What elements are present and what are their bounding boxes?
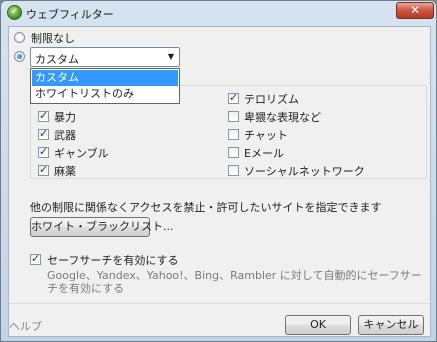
terrorism-checkbox[interactable] xyxy=(228,91,239,104)
close-icon: ✕ xyxy=(409,3,421,17)
filter-mode-dropdown: カスタム ホワイトリストのみ xyxy=(30,68,180,104)
cancel-button[interactable]: キャンセル xyxy=(358,315,424,335)
white-black-list-button[interactable]: ホワイト・ブラックリスト... xyxy=(30,217,174,237)
email-checkbox[interactable] xyxy=(228,147,239,158)
filter-mode-select[interactable]: カスタム ▼ xyxy=(30,47,180,67)
dropdown-option-custom[interactable]: カスタム xyxy=(32,70,178,86)
drugs-checkbox[interactable] xyxy=(38,163,49,176)
weapons-label[interactable]: 武器 xyxy=(54,127,76,143)
help-link[interactable]: ヘルプ xyxy=(9,318,42,334)
web-filter-window: ✓ ウェブフィルター ✕ 制限なし カスタム ▼ 暴力 武器 ギャンブル 麻薬 … xyxy=(0,0,437,342)
safesearch-label[interactable]: セーフサーチを有効にする xyxy=(47,252,178,268)
terrorism-label[interactable]: テロリズム xyxy=(244,91,299,107)
chevron-down-icon: ▼ xyxy=(167,52,174,61)
gambling-checkbox[interactable] xyxy=(38,145,49,158)
email-label[interactable]: Eメール xyxy=(244,145,284,161)
social-network-checkbox[interactable] xyxy=(228,165,239,176)
no-limit-radio[interactable] xyxy=(14,32,25,43)
dialog-body: 制限なし カスタム ▼ 暴力 武器 ギャンブル 麻薬 テロリズム 卑猥な表現など… xyxy=(8,26,431,337)
safesearch-description: Google、Yandex、Yahoo!、Bing、Rambler に対して自動… xyxy=(47,269,422,295)
no-limit-label[interactable]: 制限なし xyxy=(31,30,75,46)
footer-divider xyxy=(9,303,430,304)
window-title: ウェブフィルター xyxy=(26,8,114,21)
close-button[interactable]: ✕ xyxy=(396,2,434,19)
filter-mode-value: カスタム xyxy=(35,53,79,66)
obscene-checkbox[interactable] xyxy=(228,111,239,122)
whitelist-description: 他の制限に関係なくアクセスを禁止・許可したいサイトを指定できます xyxy=(30,201,382,214)
safesearch-checkbox[interactable] xyxy=(30,252,41,265)
weapons-checkbox[interactable] xyxy=(38,127,49,140)
ok-button[interactable]: OK xyxy=(285,315,351,335)
drugs-label[interactable]: 麻薬 xyxy=(54,163,76,179)
chat-checkbox[interactable] xyxy=(228,129,239,140)
violence-label[interactable]: 暴力 xyxy=(54,109,76,125)
dropdown-option-whitelist-only[interactable]: ホワイトリストのみ xyxy=(32,86,178,102)
social-network-label[interactable]: ソーシャルネットワーク xyxy=(244,163,365,179)
chat-label[interactable]: チャット xyxy=(244,127,288,143)
obscene-label[interactable]: 卑猥な表現など xyxy=(244,109,321,125)
title-bar: ✓ ウェブフィルター ✕ xyxy=(1,1,436,25)
violence-checkbox[interactable] xyxy=(38,109,49,122)
custom-radio[interactable] xyxy=(14,51,25,62)
gambling-label[interactable]: ギャンブル xyxy=(54,145,109,161)
app-icon: ✓ xyxy=(7,5,22,20)
